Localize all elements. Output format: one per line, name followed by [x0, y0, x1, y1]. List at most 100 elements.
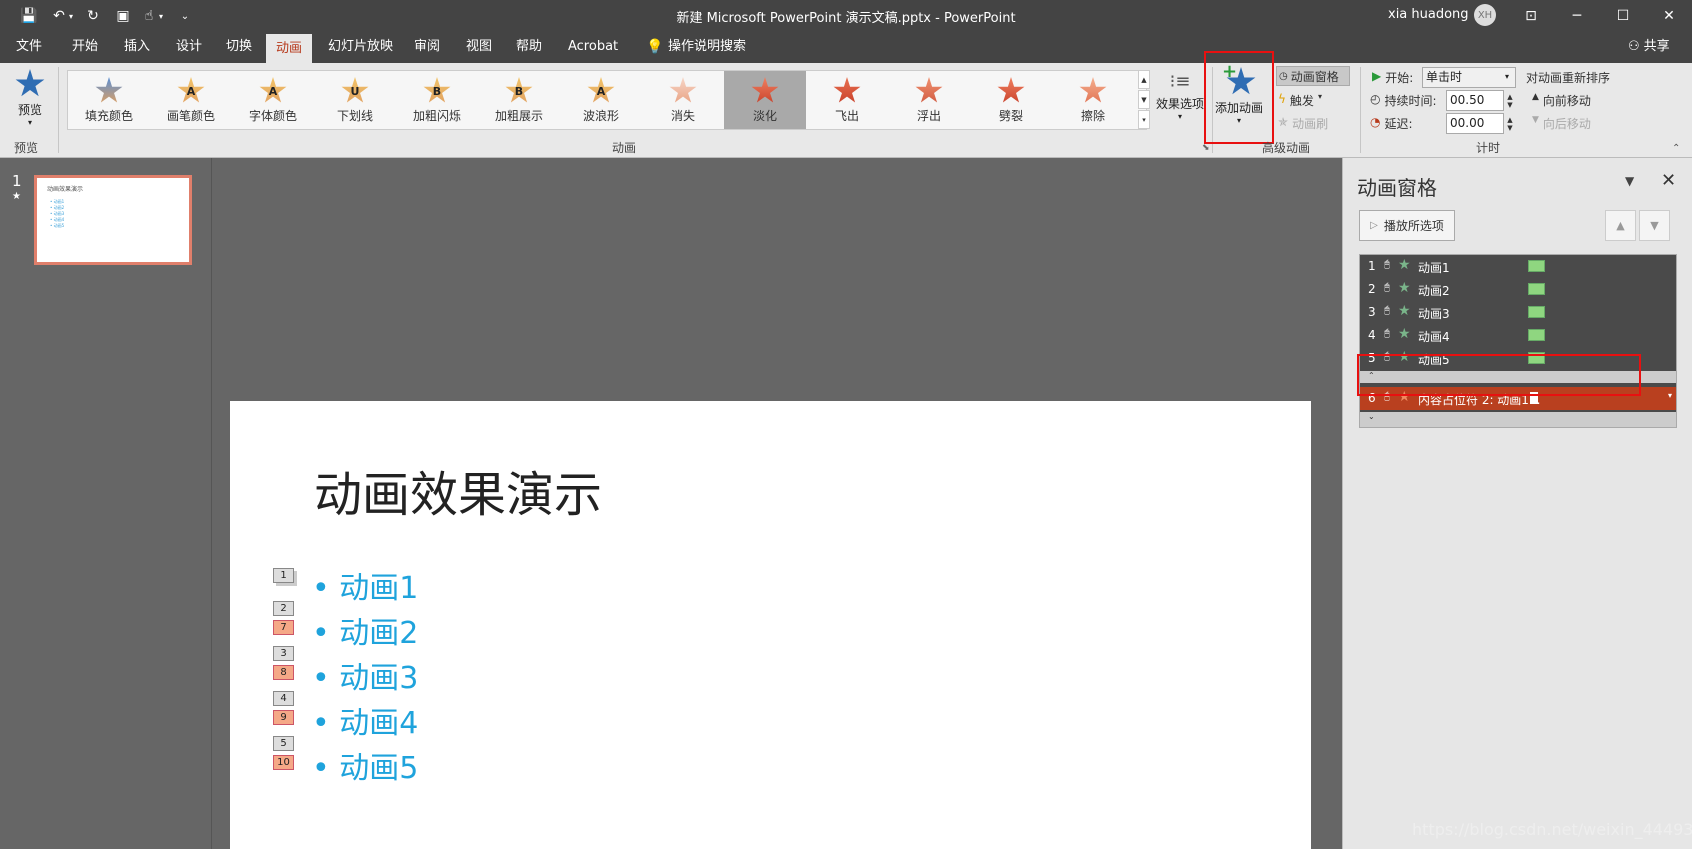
animation-effect-1[interactable]: 填充颜色: [68, 71, 150, 129]
maximize-icon[interactable]: ☐: [1600, 0, 1646, 31]
effect-letter: A: [596, 85, 606, 98]
timeline-bar[interactable]: [1528, 260, 1545, 272]
start-select[interactable]: 单击时: [1422, 67, 1516, 88]
list-item[interactable]: 2 🖰 ★ 动画2: [1360, 278, 1676, 301]
slide[interactable]: 动画效果演示 • 动画1 • 动画2 • 动画3 • 动画4 • 动画5 1 2…: [230, 401, 1311, 849]
animation-effect-11[interactable]: 浮出: [888, 71, 970, 129]
effect-letter: A: [268, 85, 278, 98]
bullet-item[interactable]: • 动画4: [312, 698, 418, 742]
star-icon: [751, 77, 779, 103]
chevron-down-icon[interactable]: ▾: [1668, 391, 1672, 400]
chevron-down-icon: ▾: [1317, 92, 1322, 101]
tab-design[interactable]: 设计: [170, 31, 208, 63]
preview-button[interactable]: 预览 ▾: [10, 69, 50, 135]
animation-tag[interactable]: 9: [273, 710, 294, 725]
share-button[interactable]: ⚇ 共享: [1622, 31, 1676, 63]
delay-label: ◔ 延迟:: [1370, 115, 1413, 131]
star-icon: B: [423, 77, 451, 103]
animation-effect-7[interactable]: A 波浪形: [560, 71, 642, 129]
tab-help[interactable]: 帮助: [510, 31, 548, 63]
animation-tag[interactable]: 10: [273, 755, 294, 770]
collapse-ribbon-icon[interactable]: ⌃: [1672, 143, 1680, 154]
trigger-button[interactable]: ϟ 触发 ▾: [1278, 92, 1322, 109]
bullet-item[interactable]: • 动画1: [312, 563, 418, 607]
animation-tag[interactable]: 7: [273, 620, 294, 635]
delay-stepper[interactable]: ▲ ▼: [1504, 113, 1516, 134]
ribbon-display-options-icon[interactable]: ⊡: [1508, 0, 1554, 31]
gallery-down-icon[interactable]: ▼: [1138, 90, 1150, 109]
animation-pane-button[interactable]: ◷ 动画窗格: [1276, 66, 1350, 86]
tell-me-search[interactable]: 操作说明搜索: [662, 31, 752, 63]
effect-label: 劈裂: [998, 109, 1023, 123]
move-later-button[interactable]: ▼ 向后移动: [1532, 115, 1591, 132]
bullet-item[interactable]: • 动画3: [312, 653, 418, 697]
duration-stepper[interactable]: ▲ ▼: [1504, 90, 1516, 111]
slide-title[interactable]: 动画效果演示: [314, 455, 602, 525]
delay-clock-icon: ◔: [1370, 115, 1381, 129]
animation-effect-9[interactable]: 淡化: [724, 71, 806, 129]
timeline-bar[interactable]: [1528, 329, 1545, 341]
gallery-up-icon[interactable]: ▲: [1138, 70, 1150, 89]
animation-effect-3[interactable]: A 字体颜色: [232, 71, 314, 129]
animation-tag[interactable]: 5: [273, 736, 294, 751]
list-item[interactable]: 4 🖰 ★ 动画4: [1360, 324, 1676, 347]
user-name[interactable]: xia huadong: [1388, 7, 1469, 22]
title-bar: 💾 ↶ ▾ ↻ ▣ ☝ ▾ ⌄ 新建 Microsoft PowerPoint …: [0, 0, 1692, 31]
tab-home[interactable]: 开始: [66, 31, 104, 63]
animation-tag[interactable]: 2: [273, 601, 294, 616]
animation-tag[interactable]: 8: [273, 665, 294, 680]
pane-options-icon[interactable]: ▼: [1625, 174, 1634, 188]
add-animation-button[interactable]: + 添加动画 ▾: [1204, 51, 1274, 144]
close-icon[interactable]: ✕: [1661, 170, 1676, 191]
animation-effect-10[interactable]: 飞出: [806, 71, 888, 129]
effect-options-button[interactable]: ⁝≡ 效果选项 ▾: [1154, 69, 1206, 135]
animation-effect-8[interactable]: 消失: [642, 71, 724, 129]
slide-thumbnail[interactable]: 动画效果演示 • 动画1 • 动画2 • 动画3 • 动画4 • 动画5: [34, 175, 192, 265]
timeline-bar[interactable]: [1530, 392, 1538, 404]
tab-acrobat[interactable]: Acrobat: [562, 31, 624, 63]
animation-effect-2[interactable]: A 画笔颜色: [150, 71, 232, 129]
move-earlier-button[interactable]: ▲ 向前移动: [1532, 92, 1591, 109]
animation-effect-12[interactable]: 劈裂: [970, 71, 1052, 129]
tab-view[interactable]: 视图: [460, 31, 498, 63]
move-down-button[interactable]: ▼: [1639, 210, 1670, 241]
expand-icon[interactable]: ⌄: [1360, 412, 1676, 427]
timeline-bar[interactable]: [1528, 283, 1545, 295]
animation-list: 1 🖰 ★ 动画1 2 🖰 ★ 动画2 3 🖰 ★ 动画3 4 🖰 ★ 动画4 5 🖰 ★ 动画5 ⌃ 6 🖰 ★…: [1359, 254, 1677, 428]
close-icon[interactable]: ✕: [1646, 0, 1692, 31]
list-item[interactable]: 3 🖰 ★ 动画3: [1360, 301, 1676, 324]
tab-review[interactable]: 审阅: [408, 31, 446, 63]
chevron-down-icon[interactable]: ▾: [1505, 72, 1509, 81]
animation-effect-5[interactable]: B 加粗闪烁: [396, 71, 478, 129]
list-item[interactable]: 1 🖰 ★ 动画1: [1360, 255, 1676, 278]
timeline-bar[interactable]: [1528, 352, 1545, 364]
gallery-more-icon[interactable]: ▾: [1138, 110, 1150, 129]
avatar[interactable]: XH: [1474, 4, 1496, 26]
play-selected-button[interactable]: ▷ 播放所选项: [1359, 210, 1455, 241]
animation-tag[interactable]: 3: [273, 646, 294, 661]
tab-insert[interactable]: 插入: [118, 31, 156, 63]
animation-effect-13[interactable]: 擦除: [1052, 71, 1134, 129]
duration-input[interactable]: 00.50: [1446, 90, 1504, 111]
minimize-icon[interactable]: ─: [1554, 0, 1600, 31]
tab-file[interactable]: 文件: [10, 31, 48, 63]
timeline-bar[interactable]: [1528, 306, 1545, 318]
dialog-launcher-icon[interactable]: ⬊: [1202, 143, 1210, 153]
bullet-item[interactable]: • 动画2: [312, 608, 418, 652]
collapse-icon[interactable]: ⌃: [1360, 371, 1676, 383]
tab-animations[interactable]: 动画: [266, 34, 313, 63]
move-up-button[interactable]: ▲: [1605, 210, 1636, 241]
animation-tag[interactable]: 4: [273, 691, 294, 706]
animation-painter-button[interactable]: ✯ 动画刷: [1278, 115, 1328, 132]
animation-tag[interactable]: 1: [273, 568, 294, 583]
mouse-icon: 🖰: [1384, 391, 1390, 402]
animation-effect-4[interactable]: U 下划线: [314, 71, 396, 129]
bullet-item[interactable]: • 动画5: [312, 743, 418, 787]
animation-effect-6[interactable]: B 加粗展示: [478, 71, 560, 129]
tab-slideshow[interactable]: 幻灯片放映: [322, 31, 399, 63]
tab-transitions[interactable]: 切换: [220, 31, 258, 63]
delay-input[interactable]: 00.00: [1446, 113, 1504, 134]
list-item-selected[interactable]: 6 🖰 ★ 内容占位符 2: 动画1... ▾: [1360, 387, 1676, 410]
list-item[interactable]: 5 🖰 ★ 动画5: [1360, 347, 1676, 370]
person-icon: ⚇: [1628, 39, 1640, 54]
